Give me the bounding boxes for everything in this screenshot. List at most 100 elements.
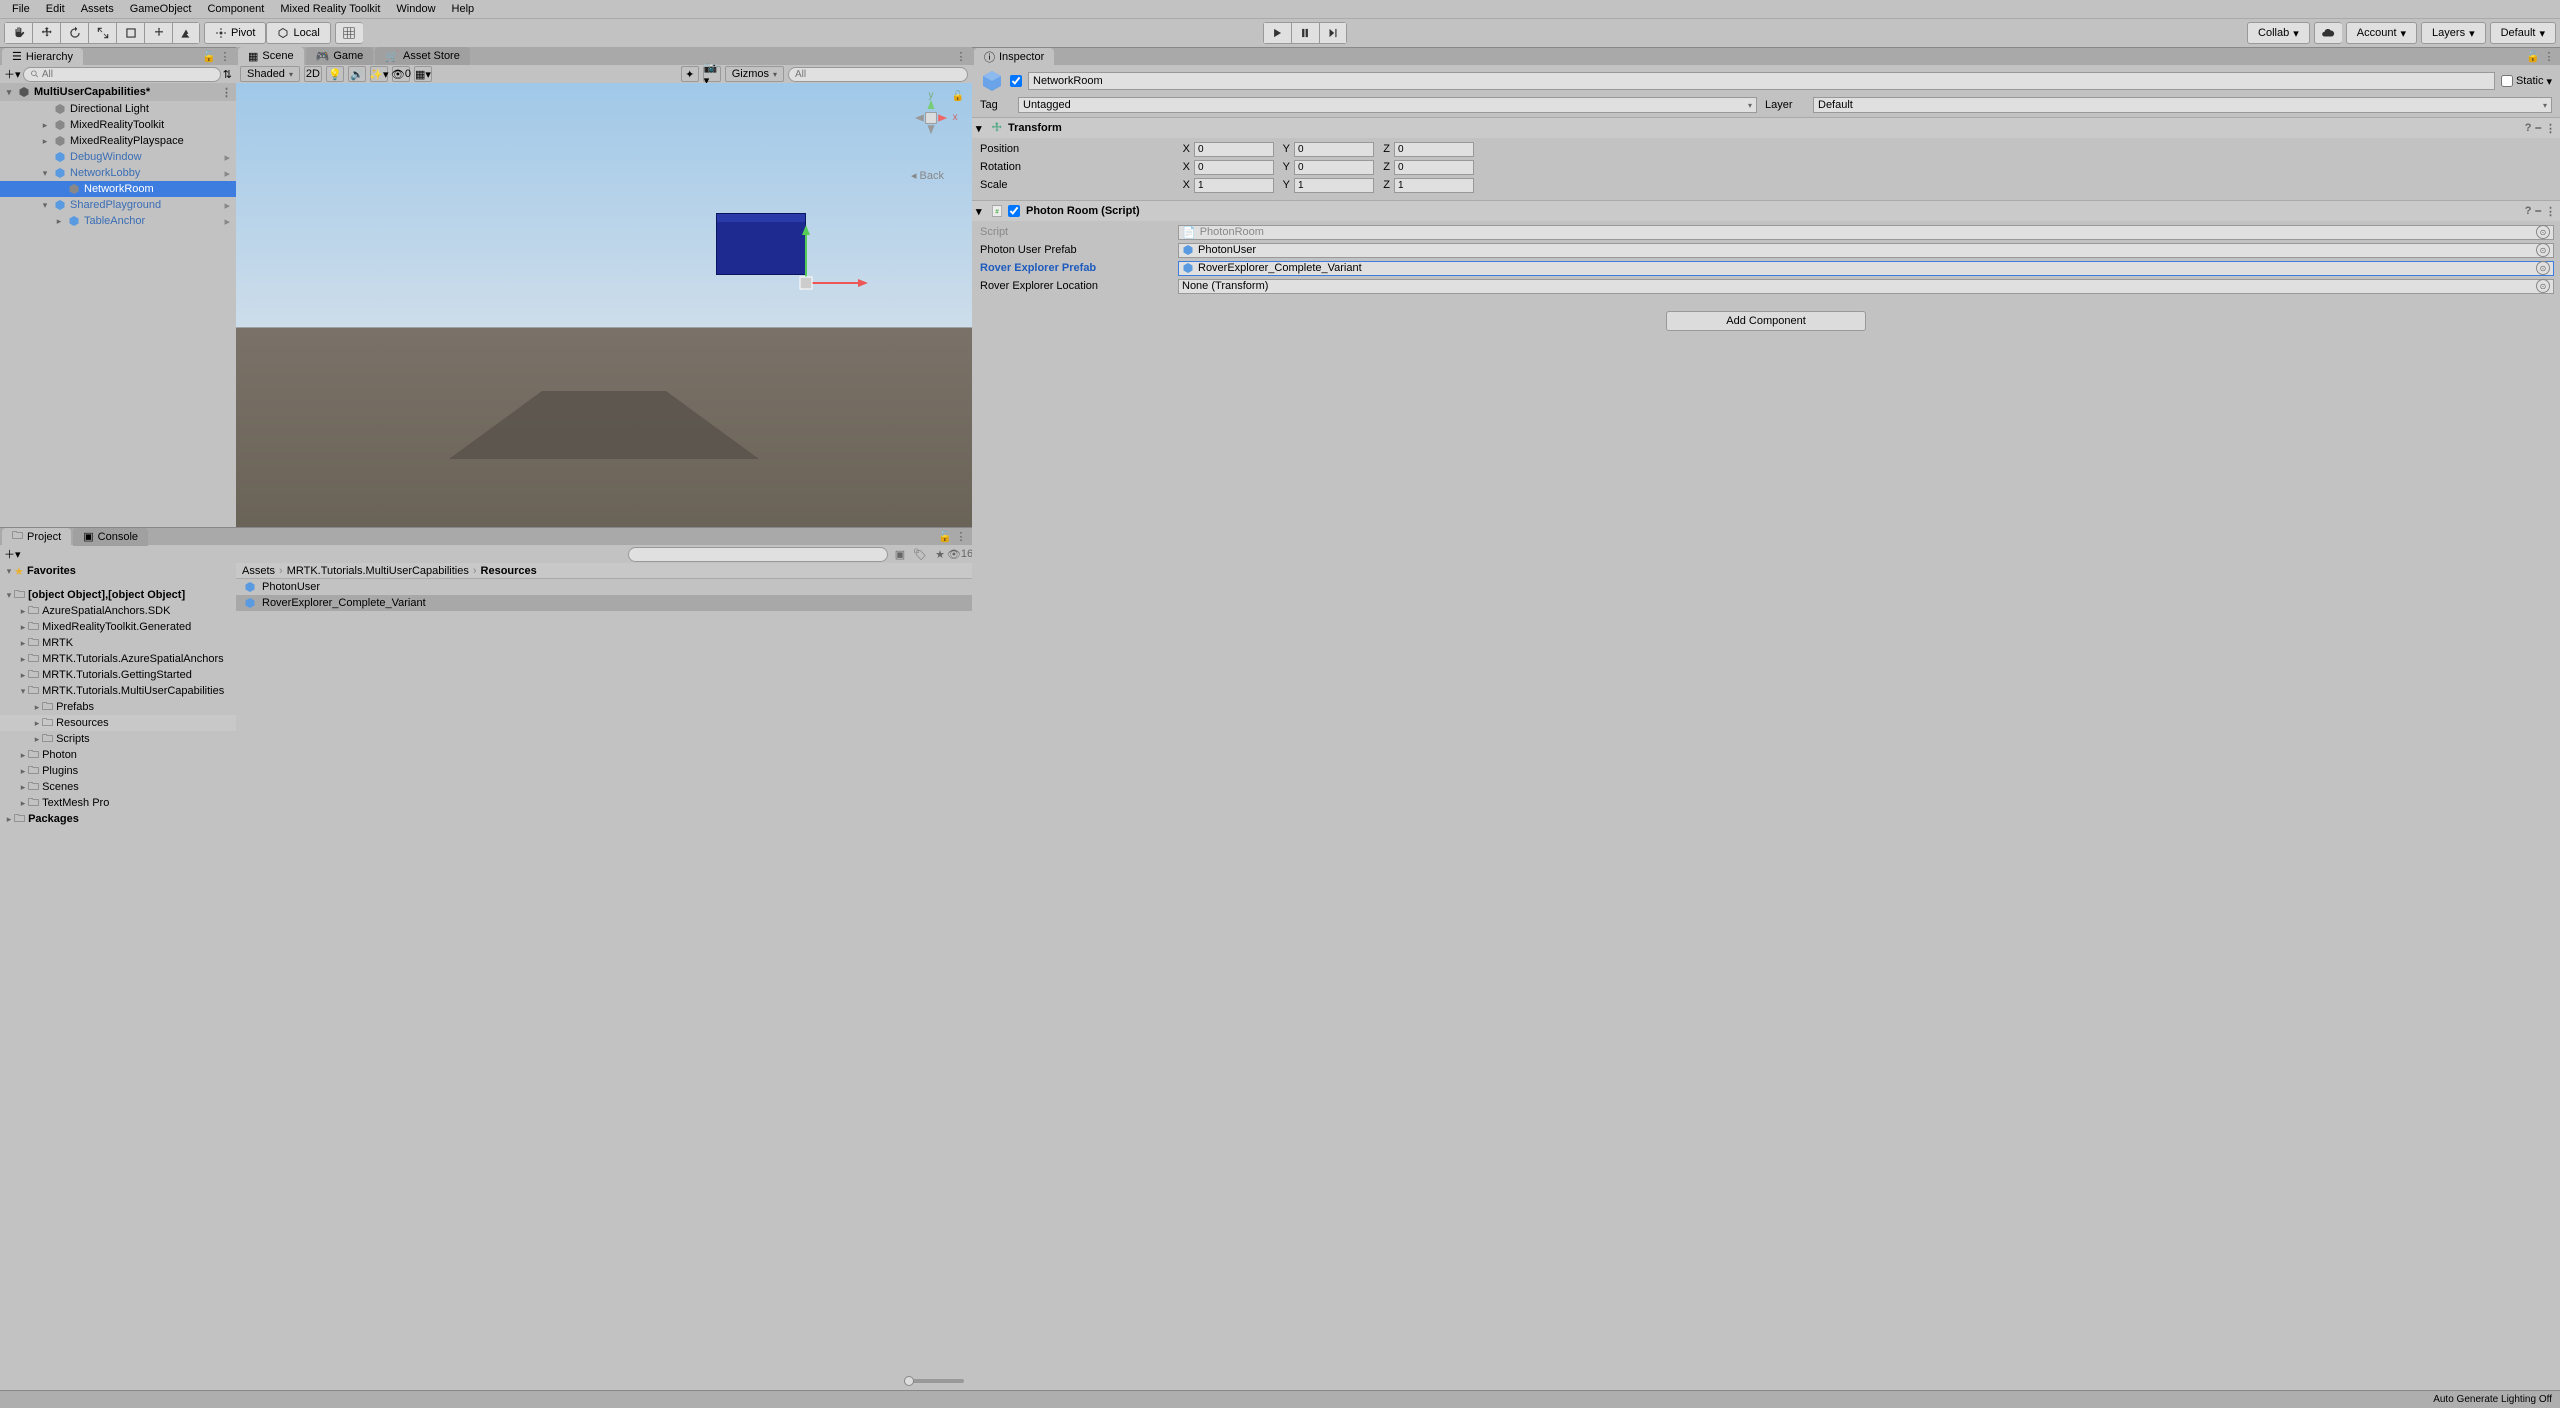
orientation-gizmo[interactable]: y x bbox=[904, 91, 958, 145]
hierarchy-lock-icon[interactable]: 🔓 bbox=[202, 50, 216, 64]
foldout-icon[interactable]: ▸ bbox=[18, 654, 28, 665]
foldout-icon[interactable]: ▸ bbox=[18, 670, 28, 681]
prefab-open-icon[interactable] bbox=[224, 215, 230, 228]
prefab-open-icon[interactable] bbox=[224, 167, 230, 180]
hand-tool[interactable] bbox=[4, 22, 32, 44]
foldout-icon[interactable]: ▾ bbox=[40, 168, 50, 179]
foldout-icon[interactable]: ▸ bbox=[40, 120, 50, 131]
hierarchy-item[interactable]: ▾ SharedPlayground bbox=[0, 197, 236, 213]
object-picker-icon[interactable]: ⊙ bbox=[2536, 243, 2550, 257]
rotation-x[interactable] bbox=[1194, 160, 1274, 175]
component-context-icon[interactable] bbox=[2545, 122, 2556, 135]
hierarchy-item[interactable]: ▸ MixedRealityPlayspace bbox=[0, 133, 236, 149]
hierarchy-context-icon[interactable] bbox=[218, 50, 232, 64]
hierarchy-item[interactable]: Directional Light bbox=[0, 101, 236, 117]
rotate-tool[interactable] bbox=[60, 22, 88, 44]
position-z[interactable] bbox=[1394, 142, 1474, 157]
local-toggle[interactable]: Local bbox=[266, 22, 330, 44]
game-tab[interactable]: 🎮Game bbox=[306, 47, 374, 65]
object-picker-icon[interactable]: ⊙ bbox=[2536, 261, 2550, 275]
project-hidden-icon[interactable]: 👁16 bbox=[952, 546, 968, 562]
scale-tool[interactable] bbox=[88, 22, 116, 44]
foldout-icon[interactable]: ▸ bbox=[18, 782, 28, 793]
status-right[interactable]: Auto Generate Lighting Off bbox=[2433, 1394, 2552, 1405]
project-tree-item[interactable]: ▸🗀 TextMesh Pro bbox=[0, 795, 236, 811]
foldout-icon[interactable]: ▸ bbox=[18, 798, 28, 809]
foldout-icon[interactable]: ▸ bbox=[18, 622, 28, 633]
foldout-icon[interactable]: ▸ bbox=[18, 606, 28, 617]
layers-dropdown[interactable]: Layers▾ bbox=[2421, 22, 2486, 44]
breadcrumb-item[interactable]: Resources bbox=[481, 565, 537, 577]
hierarchy-tab[interactable]: ☰ Hierarchy bbox=[2, 48, 83, 66]
prefab-open-icon[interactable] bbox=[224, 199, 230, 212]
console-tab[interactable]: ▣Console bbox=[73, 528, 148, 546]
project-context-icon[interactable] bbox=[954, 530, 968, 544]
pause-button[interactable] bbox=[1291, 22, 1319, 44]
scene-search-input[interactable] bbox=[788, 67, 968, 82]
menu-component[interactable]: Component bbox=[199, 3, 272, 15]
hierarchy-scene-row[interactable]: ▾ MultiUserCapabilities* bbox=[0, 83, 236, 101]
hierarchy-filter-icon[interactable]: ⇅ bbox=[223, 68, 232, 81]
object-picker-icon[interactable]: ⊙ bbox=[2536, 225, 2550, 239]
hierarchy-item[interactable]: ▸ TableAnchor bbox=[0, 213, 236, 229]
breadcrumb-item[interactable]: MRTK.Tutorials.MultiUserCapabilities bbox=[287, 565, 469, 577]
asset-row[interactable]: RoverExplorer_Complete_Variant bbox=[236, 595, 972, 611]
photon-foldout[interactable]: ▾ bbox=[976, 205, 986, 218]
hierarchy-create-dropdown[interactable]: ＋▾ bbox=[4, 66, 21, 82]
help-icon[interactable]: ? bbox=[2525, 205, 2532, 218]
foldout-icon[interactable]: ▸ bbox=[40, 136, 50, 147]
scene-tab[interactable]: ▦Scene bbox=[238, 47, 304, 65]
hierarchy-search-input[interactable] bbox=[42, 69, 214, 80]
help-icon[interactable]: ? bbox=[2525, 122, 2532, 135]
component-context-icon[interactable] bbox=[2545, 205, 2556, 218]
scale-x[interactable] bbox=[1194, 178, 1274, 193]
menu-help[interactable]: Help bbox=[444, 3, 483, 15]
tool-settings[interactable]: ✦ bbox=[681, 66, 699, 82]
rotation-y[interactable] bbox=[1294, 160, 1374, 175]
hierarchy-item[interactable]: NetworkRoom bbox=[0, 181, 236, 197]
account-dropdown[interactable]: Account▾ bbox=[2346, 22, 2417, 44]
rotation-z[interactable] bbox=[1394, 160, 1474, 175]
fx-toggle[interactable]: ✨▾ bbox=[370, 66, 388, 82]
foldout-icon[interactable]: ▸ bbox=[18, 766, 28, 777]
project-lock-icon[interactable]: 🔓 bbox=[938, 530, 952, 544]
inspector-context-icon[interactable] bbox=[2542, 50, 2556, 64]
asset-store-tab[interactable]: 🛒Asset Store bbox=[375, 47, 470, 65]
prefab-open-icon[interactable] bbox=[224, 151, 230, 164]
grid-snap[interactable] bbox=[335, 22, 363, 44]
foldout-icon[interactable]: ▸ bbox=[32, 718, 42, 729]
preset-icon[interactable]: ⎯ bbox=[2536, 122, 2542, 135]
inspector-lock-icon[interactable]: 🔓 bbox=[2526, 50, 2540, 64]
camera-settings[interactable]: 📷▾ bbox=[703, 66, 721, 82]
user-prefab-field[interactable]: PhotonUser⊙ bbox=[1178, 243, 2554, 258]
position-y[interactable] bbox=[1294, 142, 1374, 157]
foldout-icon[interactable]: ▸ bbox=[32, 702, 42, 713]
scene-back-button[interactable]: ◂ Back bbox=[911, 169, 944, 182]
cloud-button[interactable] bbox=[2314, 22, 2342, 44]
menu-window[interactable]: Window bbox=[388, 3, 443, 15]
foldout-icon[interactable]: ▾ bbox=[18, 686, 28, 697]
scale-z[interactable] bbox=[1394, 178, 1474, 193]
packages-root[interactable]: ▸🗀 Packages bbox=[0, 811, 236, 827]
project-tree-item[interactable]: ▸🗀 Resources bbox=[0, 715, 236, 731]
scene-context-icon[interactable] bbox=[221, 86, 232, 99]
asset-row[interactable]: PhotonUser bbox=[236, 579, 972, 595]
layout-dropdown[interactable]: Default▾ bbox=[2490, 22, 2556, 44]
menu-assets[interactable]: Assets bbox=[73, 3, 122, 15]
transform-tool[interactable] bbox=[144, 22, 172, 44]
play-button[interactable] bbox=[1263, 22, 1291, 44]
object-picker-icon[interactable]: ⊙ bbox=[2536, 279, 2550, 293]
scene-context-icon[interactable] bbox=[954, 49, 968, 63]
breadcrumb-item[interactable]: Assets bbox=[242, 565, 275, 577]
collab-dropdown[interactable]: Collab▾ bbox=[2247, 22, 2310, 44]
project-favorite-icon[interactable]: ★ bbox=[932, 546, 948, 562]
transform-foldout[interactable]: ▾ bbox=[976, 122, 986, 135]
rover-prefab-field[interactable]: RoverExplorer_Complete_Variant⊙ bbox=[1178, 261, 2554, 276]
layer-dropdown[interactable]: Default bbox=[1813, 97, 2552, 113]
scale-y[interactable] bbox=[1294, 178, 1374, 193]
menu-mrtk[interactable]: Mixed Reality Toolkit bbox=[272, 3, 388, 15]
move-tool[interactable] bbox=[32, 22, 60, 44]
project-tree-item[interactable]: ▾🗀 MRTK.Tutorials.MultiUserCapabilities bbox=[0, 683, 236, 699]
project-create-dropdown[interactable]: ＋▾ bbox=[4, 546, 21, 562]
step-button[interactable] bbox=[1319, 22, 1347, 44]
